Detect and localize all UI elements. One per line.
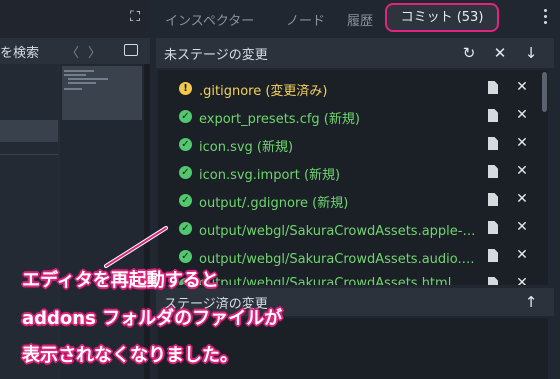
annotation-line-1: エディタを再起動すると [22, 270, 219, 291]
annotation-line-3: 表示されなくなりました。 [22, 345, 238, 366]
annotation-line-2: addons フォルダのファイルが [22, 308, 283, 329]
